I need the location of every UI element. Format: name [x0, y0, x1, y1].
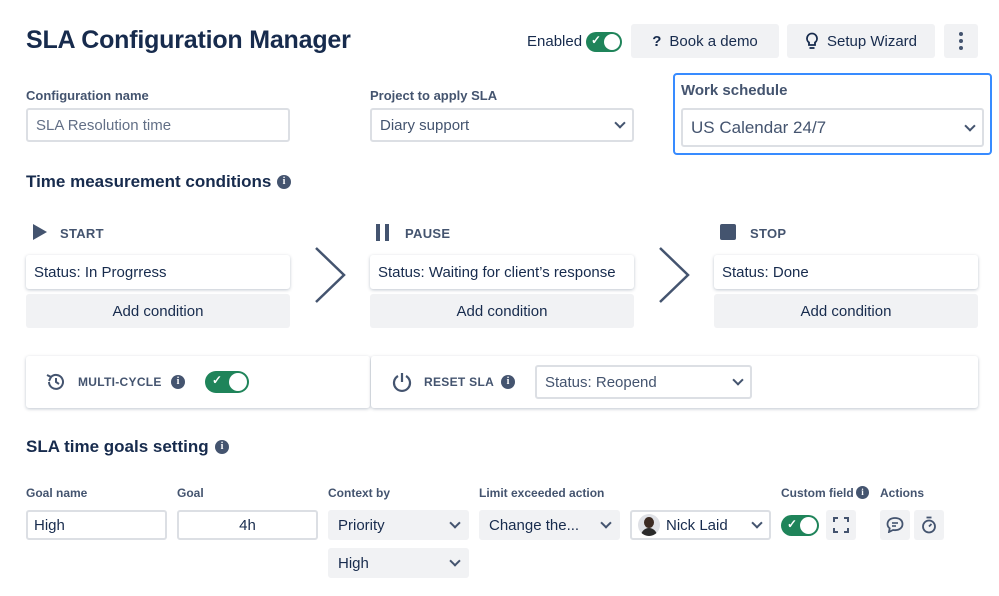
comment-icon — [886, 517, 904, 533]
info-icon[interactable]: i — [215, 440, 229, 454]
pause-label: PAUSE — [405, 226, 451, 241]
info-icon[interactable]: i — [856, 486, 869, 499]
reset-sla-label: RESET SLA — [424, 375, 495, 389]
power-icon — [392, 373, 412, 393]
chevron-down-icon — [751, 517, 763, 529]
time-conditions-title: Time measurement conditions — [26, 172, 272, 191]
enabled-toggle[interactable]: ✓ — [586, 32, 622, 52]
book-demo-button[interactable]: ? Book a demo — [631, 24, 779, 58]
chevron-down-icon — [449, 555, 461, 567]
chevron-down-icon — [449, 517, 461, 529]
more-options-button[interactable] — [944, 24, 978, 58]
comment-button[interactable] — [880, 510, 910, 540]
check-icon: ✓ — [787, 517, 798, 531]
reset-sla-select[interactable]: Status: Reopend — [535, 365, 752, 399]
start-condition[interactable]: Status: In Progrress — [26, 255, 290, 289]
work-schedule-select[interactable]: US Calendar 24/7 — [681, 108, 984, 147]
config-name-label: Configuration name — [26, 88, 149, 103]
project-label: Project to apply SLA — [370, 88, 498, 103]
stopwatch-icon — [922, 516, 936, 534]
chevron-right-icon — [315, 247, 346, 303]
more-vertical-icon — [959, 32, 963, 50]
check-icon: ✓ — [591, 33, 602, 47]
multicycle-toggle[interactable]: ✓ — [205, 371, 249, 393]
start-add-condition-button[interactable]: Add condition — [26, 294, 290, 328]
avatar — [638, 514, 660, 536]
enabled-label: Enabled — [527, 33, 583, 50]
work-schedule-label: Work schedule — [681, 82, 788, 99]
goal-name-input[interactable]: High — [26, 510, 167, 540]
limit-action-select[interactable]: Change the... — [479, 510, 620, 540]
multicycle-label: MULTI-CYCLE — [78, 375, 162, 389]
limit-action-header: Limit exceeded action — [479, 486, 605, 500]
history-icon — [46, 373, 64, 390]
stop-label: STOP — [750, 226, 787, 241]
custom-field-toggle[interactable]: ✓ — [781, 515, 819, 536]
pause-condition[interactable]: Status: Waiting for client’s response — [370, 255, 634, 289]
actions-header: Actions — [880, 486, 925, 500]
question-icon: ? — [652, 32, 662, 50]
assignee-select[interactable]: Nick Laid — [630, 510, 771, 540]
project-select[interactable]: Diary support — [370, 108, 634, 142]
info-icon[interactable]: i — [277, 175, 291, 189]
chevron-down-icon — [732, 374, 744, 386]
pause-icon — [376, 224, 389, 241]
context-by-header: Context by — [328, 486, 391, 500]
info-icon[interactable]: i — [171, 375, 185, 389]
chevron-right-icon — [659, 247, 690, 303]
goal-name-header: Goal name — [26, 486, 88, 500]
timer-button[interactable] — [914, 510, 944, 540]
custom-field-header: Custom field — [781, 486, 854, 500]
play-icon — [33, 224, 47, 240]
expand-button[interactable] — [826, 510, 856, 540]
goal-input[interactable]: 4h — [177, 510, 318, 540]
pause-add-condition-button[interactable]: Add condition — [370, 294, 634, 328]
stop-condition[interactable]: Status: Done — [714, 255, 978, 289]
stop-icon — [720, 224, 736, 240]
stop-add-condition-button[interactable]: Add condition — [714, 294, 978, 328]
page-title: SLA Configuration Manager — [26, 26, 351, 54]
lightbulb-icon — [806, 32, 818, 49]
config-name-input[interactable]: SLA Resolution time — [26, 108, 290, 142]
chevron-down-icon — [964, 119, 976, 132]
chevron-down-icon — [614, 117, 626, 129]
goals-title: SLA time goals setting — [26, 437, 209, 456]
expand-icon — [833, 517, 849, 533]
context-secondary-select[interactable]: High — [328, 548, 469, 578]
check-icon: ✓ — [212, 373, 223, 387]
info-icon[interactable]: i — [501, 375, 515, 389]
chevron-down-icon — [600, 517, 612, 529]
setup-wizard-button[interactable]: Setup Wizard — [787, 24, 935, 58]
goal-header: Goal — [177, 486, 204, 500]
context-primary-select[interactable]: Priority — [328, 510, 469, 540]
start-label: START — [60, 226, 104, 241]
